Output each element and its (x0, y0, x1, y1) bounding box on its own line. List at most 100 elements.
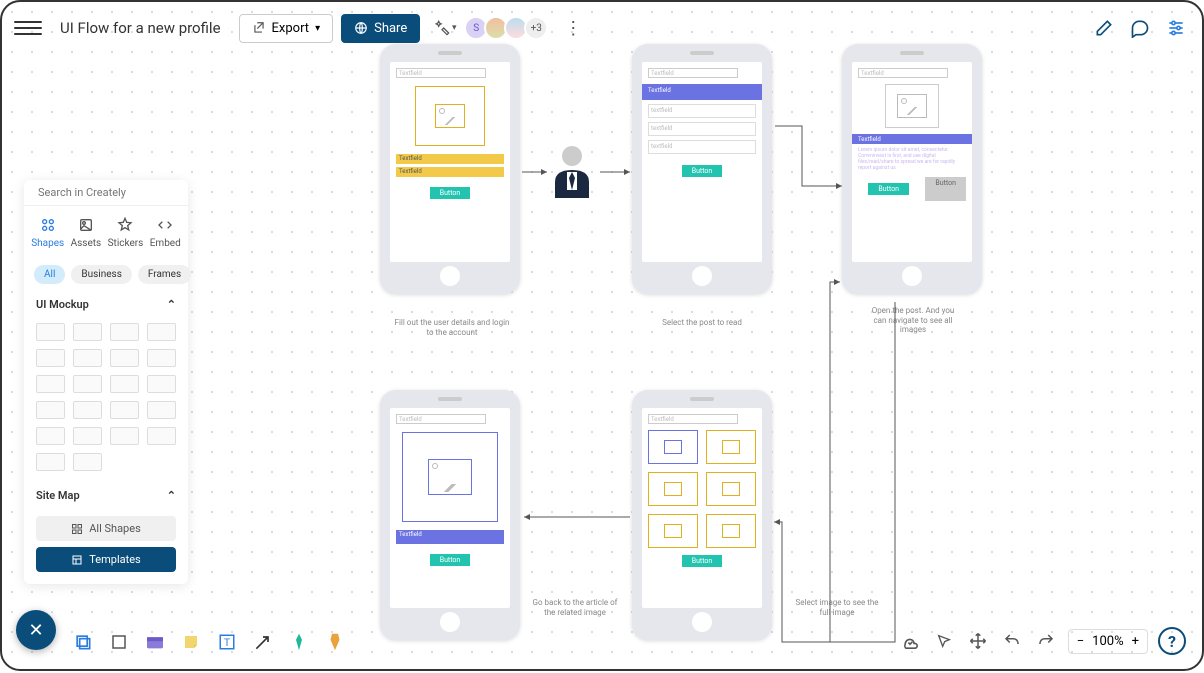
thumbnail (706, 514, 756, 548)
mockup-frame-3[interactable]: Textfield Textfield Lorem ipsum dolor si… (842, 44, 982, 294)
input: textfield (648, 140, 756, 154)
shape-item[interactable] (73, 453, 102, 471)
comment-icon[interactable] (1126, 14, 1154, 42)
search-input: Textfield (396, 414, 486, 424)
shape-item[interactable] (110, 427, 139, 445)
thumbnail (648, 472, 698, 506)
shape-item[interactable] (147, 375, 176, 393)
thumbnail (706, 472, 756, 506)
chevron-down-icon: ▾ (315, 23, 320, 34)
shape-item[interactable] (36, 375, 65, 393)
sync-icon[interactable] (898, 629, 922, 653)
document-title[interactable]: UI Flow for a new profile (50, 13, 231, 43)
redo-icon[interactable] (1034, 629, 1058, 653)
textfield: Textfield (396, 154, 504, 164)
section-ui-mockup[interactable]: UI Mockup⌃ (24, 290, 188, 319)
button: Button (430, 554, 471, 566)
zoom-level[interactable]: 100% (1092, 634, 1123, 649)
shape-item[interactable] (110, 401, 139, 419)
tool-rectangle[interactable] (106, 629, 132, 655)
lorem-text: Lorem ipsum dolor sit amet, consectetur.… (858, 147, 966, 171)
shape-item[interactable] (36, 323, 65, 341)
shape-grid (24, 319, 188, 481)
magic-icon[interactable]: ▾ (428, 12, 460, 44)
tool-layers[interactable] (70, 629, 96, 655)
mockup-frame-1[interactable]: Textfield Textfield Textfield Button (380, 44, 520, 294)
input: textfield (648, 104, 756, 118)
all-shapes-button[interactable]: All Shapes (36, 516, 176, 541)
search-input: Textfield (396, 68, 486, 78)
shape-item[interactable] (147, 401, 176, 419)
shape-item[interactable] (147, 349, 176, 367)
button: Button (430, 187, 471, 199)
shape-item[interactable] (73, 375, 102, 393)
shape-item[interactable] (110, 375, 139, 393)
avatar-more[interactable]: +3 (524, 16, 548, 40)
shape-item[interactable] (73, 349, 102, 367)
settings-icon[interactable] (1162, 14, 1190, 42)
frame-caption: Fill out the user details and login to t… (392, 318, 512, 337)
tab-shapes[interactable]: Shapes (31, 216, 64, 249)
tool-arrow[interactable] (250, 629, 276, 655)
frame-caption: Select the post to read (642, 318, 762, 328)
shape-item[interactable] (73, 401, 102, 419)
mockup-frame-5[interactable]: Textfield Textfield Button (380, 390, 520, 640)
shape-item[interactable] (147, 323, 176, 341)
mockup-frame-4[interactable]: Textfield Button (632, 390, 772, 640)
frame-caption: Go back to the article of the related im… (530, 598, 620, 617)
shape-item[interactable] (110, 323, 139, 341)
button: Button (925, 177, 966, 201)
shape-item[interactable] (36, 453, 65, 471)
kebab-menu-icon[interactable]: ⋮ (556, 18, 590, 39)
tab-embed[interactable]: Embed (150, 216, 181, 249)
close-panel-button[interactable]: ✕ (16, 610, 56, 650)
tool-card[interactable] (142, 629, 168, 655)
chip-frames[interactable]: Frames (138, 265, 191, 284)
menu-icon[interactable] (14, 14, 42, 42)
section-site-map[interactable]: Site Map⌃ (24, 481, 188, 510)
search-input: Textfield (648, 414, 738, 424)
svg-text:T: T (224, 636, 231, 649)
chip-business[interactable]: Business (71, 265, 131, 284)
help-button[interactable]: ? (1158, 627, 1186, 655)
shape-item[interactable] (147, 427, 176, 445)
textfield: Textfield (852, 134, 972, 144)
zoom-in[interactable]: + (1132, 634, 1139, 649)
bottom-toolbar: T (70, 629, 348, 655)
chevron-up-icon: ⌃ (167, 298, 176, 311)
frame-caption: Select image to see the full image (792, 598, 882, 617)
shape-item[interactable] (73, 427, 102, 445)
shape-item[interactable] (110, 349, 139, 367)
panel-search (24, 180, 188, 206)
tab-stickers[interactable]: Stickers (108, 216, 144, 249)
tool-highlighter[interactable] (322, 629, 348, 655)
move-icon[interactable] (966, 629, 990, 653)
persona-avatar[interactable] (547, 142, 597, 202)
tool-pen[interactable] (286, 629, 312, 655)
search-input: Textfield (858, 68, 948, 78)
search-input[interactable] (38, 186, 178, 199)
shape-item[interactable] (36, 427, 65, 445)
cursor-icon[interactable] (932, 629, 956, 653)
collaborator-avatars[interactable]: S +3 (468, 16, 548, 40)
tab-assets[interactable]: Assets (71, 216, 102, 249)
zoom-control: − 100% + (1068, 629, 1148, 654)
thumbnail (648, 514, 698, 548)
chip-all[interactable]: All (34, 265, 65, 284)
templates-button[interactable]: Templates (36, 547, 176, 572)
globe-icon (354, 21, 368, 35)
zoom-out[interactable]: − (1077, 634, 1084, 649)
button: Button (682, 555, 723, 567)
tool-text[interactable]: T (214, 629, 240, 655)
undo-icon[interactable] (1000, 629, 1024, 653)
share-button[interactable]: Share (341, 14, 420, 43)
edit-icon[interactable] (1090, 14, 1118, 42)
shape-item[interactable] (36, 349, 65, 367)
shapes-panel: Shapes Assets Stickers Embed All Busines… (24, 180, 188, 584)
chevron-up-icon: ⌃ (167, 489, 176, 502)
tool-sticky[interactable] (178, 629, 204, 655)
export-button[interactable]: Export ▾ (239, 14, 334, 43)
shape-item[interactable] (73, 323, 102, 341)
shape-item[interactable] (36, 401, 65, 419)
mockup-frame-2[interactable]: Textfield Textfield textfield textfield … (632, 44, 772, 294)
